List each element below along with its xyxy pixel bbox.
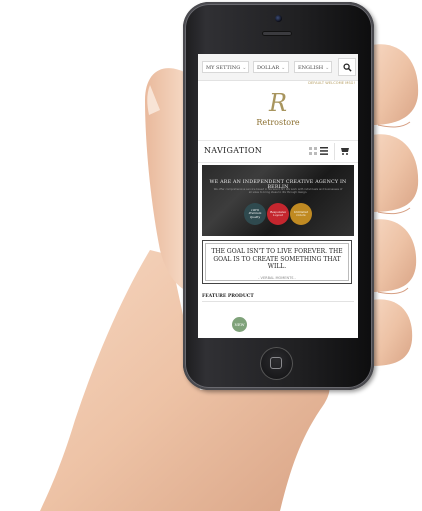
- navigation-bar: NAVIGATION: [198, 140, 358, 163]
- feature-divider: [202, 301, 354, 302]
- my-setting-dropdown[interactable]: MY SETTING ⌄: [202, 61, 249, 73]
- chevron-down-icon: ⌄: [325, 65, 330, 71]
- hero-banner[interactable]: WE ARE AN INDEPENDENT CREATIVE AGENCY IN…: [202, 165, 354, 236]
- chevron-down-icon: ⌄: [242, 65, 247, 71]
- language-label: ENGLISH: [298, 65, 324, 71]
- feature-product-heading: FEATURE PRODUCT: [202, 294, 254, 299]
- quote-text: THE GOAL ISN'T TO LIVE FOREVER. THE GOAL…: [211, 248, 343, 271]
- top-bar: MY SETTING ⌄ DOLLAR ⌄ ENGLISH ⌄: [198, 54, 358, 81]
- nav-divider: [334, 143, 335, 160]
- chevron-down-icon: ⌄: [281, 65, 286, 71]
- badge-responsive: Responsive Layout: [267, 203, 289, 225]
- badge-quality-text: 100% Premium Quality: [248, 207, 262, 219]
- badge-responsive-text: Responsive Layout: [269, 209, 287, 217]
- search-button[interactable]: [338, 58, 356, 76]
- front-camera: [275, 15, 282, 22]
- currency-label: DOLLAR: [257, 65, 280, 71]
- badge-quality: 100% Premium Quality: [244, 203, 266, 225]
- grid-view-icon[interactable]: [309, 147, 317, 155]
- language-dropdown[interactable]: ENGLISH ⌄: [294, 61, 332, 73]
- home-button-icon: [270, 357, 282, 369]
- cart-icon[interactable]: [340, 146, 350, 156]
- currency-dropdown[interactable]: DOLLAR ⌄: [253, 61, 289, 73]
- phone-screen: MY SETTING ⌄ DOLLAR ⌄ ENGLISH ⌄ DEFAULT WEL…: [198, 54, 358, 338]
- welcome-message: DEFAULT WELCOME MSG!: [308, 81, 355, 85]
- list-view-icon[interactable]: [320, 147, 328, 155]
- quote-author: - VERBAL MOMENTS -: [258, 276, 296, 280]
- badge-colors-text: Unlimited Colors: [293, 209, 309, 217]
- navigation-title[interactable]: NAVIGATION: [204, 146, 262, 155]
- badge-colors: Unlimited Colors: [290, 203, 312, 225]
- earpiece-speaker: [262, 31, 292, 36]
- logo-letter[interactable]: R: [198, 90, 358, 116]
- my-setting-label: MY SETTING: [206, 65, 241, 71]
- logo-name[interactable]: Retrostore: [198, 118, 358, 127]
- banner-subtitle: We offer comprehensive service based in …: [213, 188, 343, 195]
- search-icon: [343, 63, 352, 72]
- new-badge: NEW: [232, 317, 247, 332]
- quote-box: THE GOAL ISN'T TO LIVE FOREVER. THE GOAL…: [202, 240, 352, 284]
